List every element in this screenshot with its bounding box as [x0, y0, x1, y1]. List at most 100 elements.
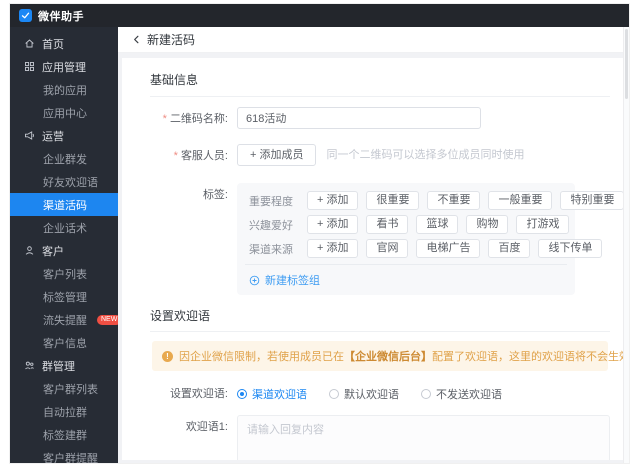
sidebar-item-label: 应用管理	[42, 61, 86, 74]
tag-option[interactable]: 篮球	[416, 215, 459, 234]
sidebar-item-enterprise-scripts[interactable]: 企业话术	[10, 216, 118, 239]
tag-group-row: 渠道来源 + 添加 官网 电梯广告 百度 线下传单	[249, 239, 603, 258]
sidebar-item-label: 客户信息	[43, 337, 87, 350]
new-badge: NEW	[97, 314, 118, 325]
sidebar-item-label: 客户列表	[43, 268, 87, 281]
sidebar-item-churn-reminder[interactable]: 流失提醒 NEW	[10, 308, 118, 331]
sidebar-item-label: 自动拉群	[43, 406, 87, 419]
app-window: 微伴助手 首页应用管理我的应用应用中心运营企业群发好友欢迎语渠道活码企业话术客户…	[10, 4, 629, 463]
radio-no-welcome[interactable]: 不发送欢迎语	[421, 386, 502, 402]
tag-option[interactable]: 电梯广告	[416, 239, 481, 258]
add-member-button[interactable]: + 添加成员	[237, 144, 317, 166]
tag-option[interactable]: 不重要	[427, 191, 481, 210]
sidebar-item-auto-pull-group[interactable]: 自动拉群	[10, 400, 118, 423]
sidebar-item-my-apps[interactable]: 我的应用	[10, 78, 118, 101]
sidebar-item-customer[interactable]: 客户	[10, 239, 118, 262]
sidebar-item-label: 群管理	[42, 360, 75, 373]
staff-hint: 同一个二维码可以选择多位成员同时使用	[326, 149, 525, 161]
radio-icon	[421, 389, 431, 399]
tag-option[interactable]: 一般重要	[488, 191, 553, 210]
screenshot-frame: 微伴助手 首页应用管理我的应用应用中心运营企业群发好友欢迎语渠道活码企业话术客户…	[0, 0, 640, 467]
tag-option[interactable]: 看书	[366, 215, 409, 234]
welcome-mode-label: 设置欢迎语:	[169, 388, 228, 400]
welcome-mode-radio-group: 渠道欢迎语 默认欢迎语 不发送欢迎语	[237, 386, 502, 402]
home-icon	[23, 38, 35, 50]
sidebar-item-home[interactable]: 首页	[10, 32, 118, 55]
sidebar-item-label: 企业群发	[43, 153, 87, 166]
section-title-welcome: 设置欢迎语	[150, 309, 211, 323]
sidebar-item-friend-welcome[interactable]: 好友欢迎语	[10, 170, 118, 193]
warning-text: 因企业微信限制，若使用成员已在【企业微信后台】配置了欢迎语，这里的欢迎语将不会生…	[179, 351, 624, 363]
add-tag-button[interactable]: + 添加	[307, 215, 359, 234]
sidebar-item-label: 客户群列表	[43, 383, 98, 396]
sidebar-item-app-center[interactable]: 应用中心	[10, 101, 118, 124]
sidebar-item-channel-live-code[interactable]: 渠道活码	[10, 193, 118, 216]
sidebar-item-enterprise-mass-send[interactable]: 企业群发	[10, 147, 118, 170]
sidebar-item-customer-list[interactable]: 客户列表	[10, 262, 118, 285]
sidebar-item-label: 流失提醒	[43, 314, 87, 327]
radio-channel-welcome[interactable]: 渠道欢迎语	[237, 386, 307, 402]
back-icon[interactable]	[131, 34, 142, 45]
main-area: 新建活码 基础信息 二维码名称: 客服人员: + 添加成员 同一	[118, 27, 629, 463]
sidebar-item-customer-group-list[interactable]: 客户群列表	[10, 377, 118, 400]
tag-group-row: 兴趣爱好 + 添加 看书 篮球 购物 打游戏	[249, 215, 570, 234]
sidebar-item-label: 应用中心	[43, 107, 87, 120]
welcome-mode-row: 设置欢迎语: 渠道欢迎语 默认欢迎语 不发送欢迎语	[150, 386, 610, 402]
qr-name-row: 二维码名称:	[150, 107, 610, 131]
sidebar-item-label: 好友欢迎语	[43, 176, 98, 189]
tag-panel-rows: 重要程度 + 添加 很重要 不重要 一般重要 特别重要 兴趣爱好 + 添加 看书 篮球 购物 打游戏渠…	[249, 191, 624, 258]
radio-label: 默认欢迎语	[344, 389, 399, 401]
tags-row: 标签: 重要程度 + 添加 很重要 不重要 一般重要 特别重要 兴趣爱好 + 添加 看书 篮球 购物…	[150, 183, 624, 295]
qr-name-input[interactable]	[237, 107, 481, 129]
logo-check-icon	[19, 9, 32, 22]
sidebar-item-group-management[interactable]: 群管理	[10, 354, 118, 377]
tags-label: 标签:	[202, 189, 228, 201]
content-scroll: 基础信息 二维码名称: 客服人员: + 添加成员 同一个二维码可以选择多位成员同…	[118, 53, 629, 463]
add-tag-button[interactable]: + 添加	[307, 239, 359, 258]
sidebar-item-tag-management[interactable]: 标签管理	[10, 285, 118, 308]
sidebar: 首页应用管理我的应用应用中心运营企业群发好友欢迎语渠道活码企业话术客户客户列表标…	[10, 27, 118, 463]
sidebar-item-label: 运营	[42, 130, 64, 143]
qr-name-label: 二维码名称:	[150, 107, 237, 131]
sidebar-item-tag-build-group[interactable]: 标签建群	[10, 423, 118, 446]
tag-option[interactable]: 特别重要	[560, 191, 624, 210]
tag-option[interactable]: 购物	[466, 215, 509, 234]
radio-default-welcome[interactable]: 默认欢迎语	[329, 386, 399, 402]
tag-option[interactable]: 官网	[366, 239, 409, 258]
add-tag-button[interactable]: + 添加	[307, 191, 359, 210]
page-title: 新建活码	[147, 33, 196, 47]
sidebar-item-label: 渠道活码	[43, 199, 87, 212]
radio-label: 渠道欢迎语	[252, 389, 307, 401]
sidebar-item-label: 我的应用	[43, 84, 87, 97]
top-bar: 微伴助手	[10, 4, 629, 27]
sidebar-item-app-management[interactable]: 应用管理	[10, 55, 118, 78]
tag-option[interactable]: 百度	[488, 239, 531, 258]
staff-label: 客服人员:	[150, 144, 237, 168]
radio-icon	[237, 389, 247, 399]
staff-row: 客服人员: + 添加成员 同一个二维码可以选择多位成员同时使用	[150, 144, 610, 168]
sidebar-item-label: 标签建群	[43, 429, 87, 442]
new-tag-group-link[interactable]: 新建标签组	[249, 272, 320, 288]
welcome-message-row: 欢迎语1:	[150, 415, 610, 460]
page-header: 新建活码	[118, 27, 629, 53]
tag-group-name: 兴趣爱好	[249, 219, 293, 232]
section-divider-2	[150, 331, 610, 332]
circle-plus-icon	[249, 275, 260, 286]
sidebar-item-label: 企业话术	[43, 222, 87, 235]
tag-group-name: 渠道来源	[249, 243, 293, 256]
sidebar-item-label: 标签管理	[43, 291, 87, 304]
group-icon	[23, 360, 35, 372]
tag-option[interactable]: 线下传单	[538, 239, 603, 258]
sidebar-item-customer-info[interactable]: 客户信息	[10, 331, 118, 354]
tag-panel: 重要程度 + 添加 很重要 不重要 一般重要 特别重要 兴趣爱好 + 添加 看书 篮球 购物 打游戏渠…	[237, 183, 624, 295]
vertical-scrollbar[interactable]	[623, 27, 629, 463]
sidebar-item-operations[interactable]: 运营	[10, 124, 118, 147]
welcome-message-input[interactable]	[237, 415, 610, 460]
radio-icon	[329, 389, 339, 399]
operations-icon	[23, 130, 35, 142]
welcome-warning-banner: ! 因企业微信限制，若使用成员已在【企业微信后台】配置了欢迎语，这里的欢迎语将不…	[152, 341, 624, 371]
sidebar-item-customer-group-reminder[interactable]: 客户群提醒	[10, 446, 118, 464]
tag-option[interactable]: 很重要	[366, 191, 420, 210]
tag-option[interactable]: 打游戏	[516, 215, 570, 234]
scrollbar-thumb[interactable]	[625, 29, 628, 99]
